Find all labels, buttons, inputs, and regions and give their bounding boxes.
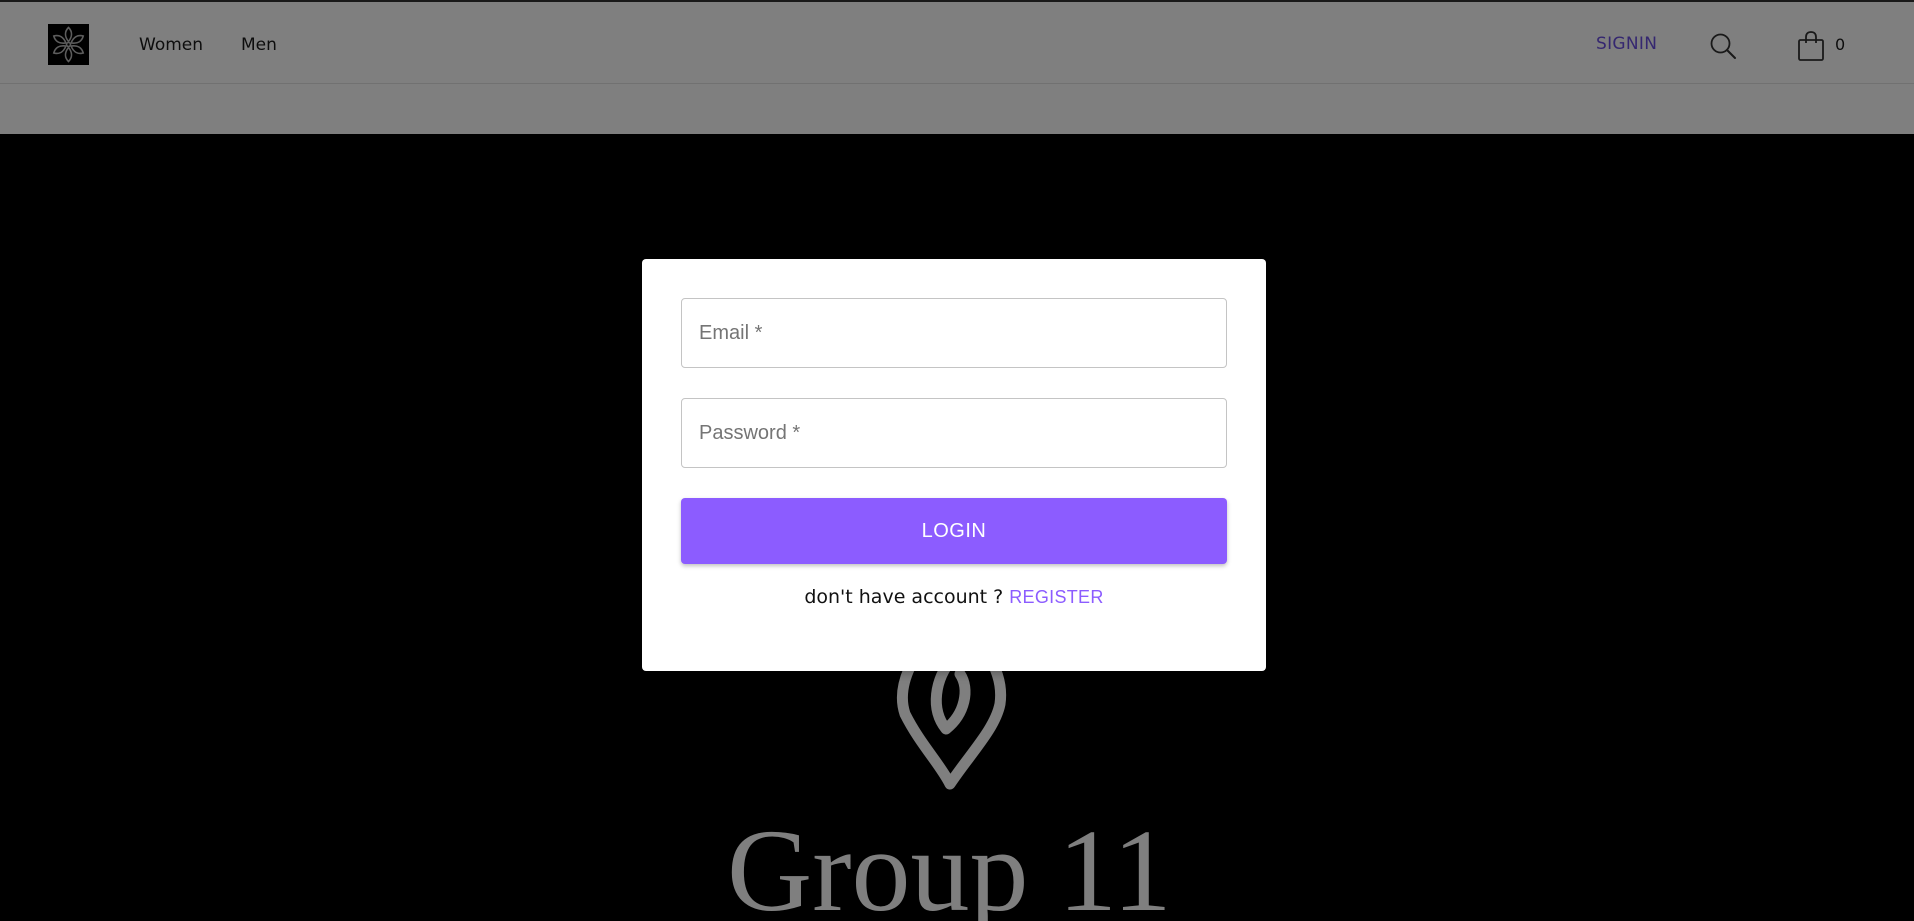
- email-field[interactable]: [681, 298, 1227, 368]
- password-input[interactable]: [682, 399, 1226, 467]
- register-row: don't have account ? REGISTER: [642, 586, 1266, 608]
- password-field[interactable]: [681, 398, 1227, 468]
- register-prompt: don't have account ?: [804, 586, 1004, 608]
- email-input[interactable]: [682, 299, 1226, 367]
- login-button[interactable]: LOGIN: [681, 498, 1227, 564]
- page: Women Men SIGNIN 0: [0, 0, 1914, 921]
- register-link[interactable]: REGISTER: [1009, 587, 1103, 607]
- login-dialog: LOGIN don't have account ?REGISTER: [642, 259, 1266, 671]
